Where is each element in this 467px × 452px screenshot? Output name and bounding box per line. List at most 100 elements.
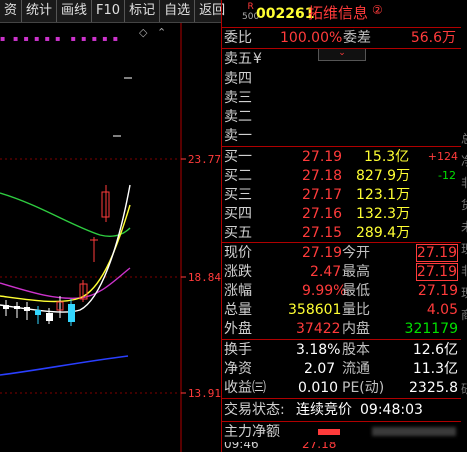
- quote-row: 涨幅 9.99% 最低 27.19: [222, 281, 462, 301]
- pct-label: 涨幅: [224, 283, 252, 299]
- nav-value: 2.07: [304, 361, 336, 377]
- candle: [24, 307, 30, 311]
- outer-label: 外盘: [224, 321, 252, 337]
- volume-label: 总量: [224, 302, 252, 318]
- trading-status-time: 09:48:03: [360, 402, 423, 418]
- bid-row: 买五 27.15 289.4万: [222, 223, 462, 243]
- tick-price: 27.18: [302, 442, 337, 451]
- volume-ratio-value: 4.05: [426, 302, 458, 318]
- eps-label: 收益㈢: [224, 380, 266, 396]
- current-price-label: 现价: [224, 245, 252, 261]
- ma-magenta-line: [0, 267, 131, 300]
- ask-row: 卖二: [222, 107, 462, 127]
- bid-price: 27.15: [302, 225, 343, 241]
- pe-label: PE(动): [342, 380, 385, 396]
- net-flow-row[interactable]: 主力净额: [222, 422, 462, 442]
- bid-price: 27.17: [302, 187, 343, 203]
- price-label-high: 23.77: [187, 153, 221, 166]
- candle: [35, 310, 41, 315]
- low-label: 最低: [342, 283, 370, 299]
- bid-price: 27.18: [302, 168, 343, 184]
- toolbar-mark-button[interactable]: 标记: [125, 0, 161, 22]
- toolbar-draw-button[interactable]: 画线: [57, 0, 93, 22]
- edge-char: 现: [461, 284, 467, 301]
- fund-row: 换手 3.18% 股本 12.6亿: [222, 340, 462, 360]
- bid-volume: 827.9万: [356, 168, 411, 184]
- open-label: 今开: [342, 245, 370, 261]
- fund-row: 收益㈢ 0.010 PE(动) 2325.8: [222, 378, 462, 398]
- ask-label: 卖二: [224, 109, 252, 125]
- net-flow-bar: [318, 429, 340, 435]
- tick-row-partial: 09:46 27.18: [222, 442, 462, 452]
- bid-row: 买三 27.17 123.1万: [222, 185, 462, 205]
- order-ratio-value: 100.00%: [280, 30, 343, 46]
- edge-char: 研: [461, 380, 467, 397]
- bid-change: -12: [438, 169, 456, 182]
- fund-row: 净资 2.07 流通 11.3亿: [222, 359, 462, 379]
- trading-status-row: 交易状态: 连续竞价 09:48:03: [222, 400, 462, 420]
- stock-title-row: R 500 002261 拓维信息 ②: [222, 2, 462, 26]
- float-value: 11.3亿: [412, 361, 458, 377]
- open-value: 27.19: [415, 244, 458, 262]
- net-flow-label: 主力净额: [224, 424, 280, 440]
- edge-char: 货: [461, 196, 467, 213]
- toolbar-stats-button[interactable]: 统计: [22, 0, 58, 22]
- high-value: 27.19: [415, 263, 458, 281]
- trading-status-value: 连续竞价: [296, 402, 352, 418]
- pct-value: 9.99%: [302, 283, 347, 299]
- quote-row: 总量 358601 量比 4.05: [222, 300, 462, 320]
- ma-blue-line: [0, 355, 129, 376]
- order-ratio-row: 委比 100.00% 委差 56.6万: [222, 28, 462, 48]
- right-edge-panel: 总 净 非 货 未 现 非 现 商 研: [461, 0, 467, 452]
- stock-name: 拓维信息: [308, 4, 369, 22]
- ask-row: 卖四: [222, 69, 462, 89]
- toolbar-info-button[interactable]: 资: [0, 0, 23, 22]
- order-diff-value: 56.6万: [410, 30, 456, 46]
- candle: [46, 313, 53, 321]
- bid-volume: 289.4万: [356, 225, 411, 241]
- chevron-up-icon: ⌃: [157, 26, 166, 39]
- eps-value: 0.010: [298, 380, 339, 396]
- ma-green-line: [0, 192, 131, 237]
- volume-ratio-label: 量比: [342, 302, 370, 318]
- quote-row: 涨跌 2.47 最高 27.19: [222, 262, 462, 282]
- bid-label: 买五: [224, 225, 252, 241]
- bid-label: 买一: [224, 149, 252, 165]
- bid-price: 27.16: [302, 206, 343, 222]
- ask-label: 卖一: [224, 128, 252, 144]
- edge-char: 商: [461, 306, 467, 323]
- change-value: 2.47: [310, 264, 342, 280]
- outer-value: 37422: [296, 321, 341, 337]
- candle: [68, 304, 75, 322]
- toolbar-f10-button[interactable]: F10: [92, 0, 126, 22]
- ask-extra: ¥: [253, 51, 262, 67]
- ask-row: 卖五 ¥: [222, 49, 462, 69]
- volume-value: 358601: [288, 302, 342, 318]
- edge-char: 非: [461, 262, 467, 279]
- edge-char: 净: [461, 152, 467, 169]
- net-flow-blurred: [372, 427, 456, 436]
- nav-label: 净资: [224, 361, 252, 377]
- ask-label: 卖五: [224, 51, 252, 67]
- current-price-value: 27.19: [302, 245, 343, 261]
- turnover-value: 3.18%: [296, 342, 341, 358]
- chart-toolbar: 资 统计 画线 F10 标记 自选 返回: [0, 0, 225, 23]
- edge-char: 现: [461, 240, 467, 257]
- equity-value: 12.6亿: [412, 342, 458, 358]
- bid-volume: 15.3亿: [364, 149, 410, 165]
- float-label: 流通: [342, 361, 370, 377]
- low-value: 27.19: [417, 283, 458, 299]
- inner-label: 内盘: [342, 321, 370, 337]
- order-diff-label: 委差: [343, 30, 371, 46]
- limit-dot-line: ▪ ▪ ▪ ▪ ▪ ▪ ▪ ▪ ▪ ▪ ▪: [0, 34, 119, 43]
- toolbar-watchlist-button[interactable]: 自选: [160, 0, 196, 22]
- bid-volume: 123.1万: [356, 187, 411, 203]
- bid-label: 买二: [224, 168, 252, 184]
- ma-white-line: [0, 184, 131, 313]
- candle: [14, 306, 20, 309]
- quote-panel: R 500 002261 拓维信息 ② 委比 100.00% 委差 56.6万 …: [221, 0, 462, 452]
- ask-row: 卖一: [222, 126, 462, 146]
- bid-row: 买一 27.19 15.3亿 +124: [222, 147, 462, 167]
- trading-status-label: 交易状态:: [224, 402, 285, 418]
- bid-label: 买四: [224, 206, 252, 222]
